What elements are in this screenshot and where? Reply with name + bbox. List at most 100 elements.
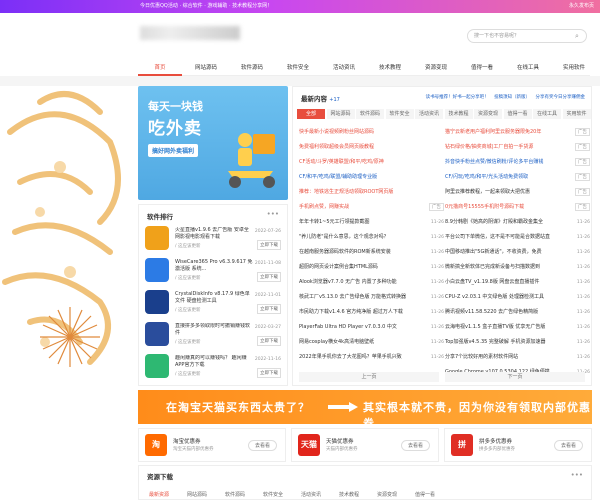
nav-item[interactable]: 资源变现 bbox=[414, 60, 458, 76]
category-tab[interactable]: 软件源码 bbox=[356, 109, 384, 119]
list-item[interactable]: 腾讯视频v11.58.5220 去广告绿色精简版 11-26 bbox=[445, 307, 590, 318]
list-item-title[interactable]: 8.9分韩剧《她高的阴谋》灯殿和霸政金集全 bbox=[445, 217, 563, 228]
list-item[interactable]: 云海电视v1.1.5 盒子直播TV版 优享无广告版 11-26 bbox=[445, 322, 590, 333]
list-item-title[interactable]: Top加强版v4.5.35 完整破解 手机资源加速器 bbox=[445, 337, 563, 348]
list-item[interactable]: 微新搞全新软体已完成新设备与扫描数据到 11-26 bbox=[445, 262, 590, 273]
list-item[interactable]: 快手最新小说视频刷粉丝网站源码 bbox=[299, 127, 444, 138]
site-logo[interactable] bbox=[140, 26, 240, 40]
list-item-title[interactable]: 快手最新小说视频刷粉丝网站源码 bbox=[299, 127, 417, 138]
nav-item[interactable]: 软件安全 bbox=[276, 60, 320, 76]
list-item-title[interactable]: 市民助力下载v1.4.6 官方纯净版 超过万人下载 bbox=[299, 307, 417, 318]
list-item-title[interactable]: 网易cosplay横女4k高清电脑壁纸 bbox=[299, 337, 417, 348]
category-tab[interactable]: 值得一看 bbox=[503, 109, 532, 119]
list-item-title[interactable]: 超厨的网页设计案例合集HTML源码 bbox=[299, 262, 417, 273]
resource-more-icon[interactable]: ••• bbox=[571, 471, 583, 479]
category-tab[interactable]: 技术教程 bbox=[444, 109, 473, 119]
list-item[interactable]: 在越南服务器源码软件的ROM新系统安装 11-26 bbox=[299, 247, 444, 258]
list-item-title[interactable]: 中国移动推出"5G新通话"，不收资费，免费 bbox=[445, 247, 563, 258]
list-item-title[interactable]: 腾讯视频v11.58.5220 去广告绿色精简版 bbox=[445, 307, 563, 318]
category-tab[interactable]: 活动资讯 bbox=[415, 109, 443, 119]
permanent-link[interactable]: 永久发布页 bbox=[569, 0, 594, 13]
list-item-title[interactable]: 在越南服务器源码软件的ROM新系统安装 bbox=[299, 247, 417, 258]
list-item[interactable]: 推荐：地铁逃生正规活动领取ROOT网页版 bbox=[299, 187, 444, 198]
app-name[interactable]: 直接拼多多领取限时可撤销赚钱软件 bbox=[175, 323, 253, 337]
download-button[interactable]: 立即下载 bbox=[257, 272, 281, 282]
category-tab[interactable]: 在线工具 bbox=[533, 109, 561, 119]
list-item-title[interactable]: 2022年果手机你去了大花图吗？苹果手机兴致 bbox=[299, 352, 417, 363]
list-item[interactable]: 钻石绿价格/抽奖商城|工厂自拍一手货源 广告 bbox=[445, 142, 590, 153]
takeout-banner[interactable]: 每天一块钱 吃外卖 搞好网外卖福利 bbox=[138, 86, 288, 200]
list-item[interactable]: 手机刷点赞，网赚实战 广告 bbox=[299, 202, 444, 213]
nav-item[interactable]: 值得一看 bbox=[460, 60, 504, 76]
rank-item[interactable]: WiseCare365 Pro v6.3.9.617 免激活版 系统... / … bbox=[145, 257, 281, 283]
category-tab[interactable]: 软件安全 bbox=[385, 109, 414, 119]
list-item[interactable]: Alook浏览器v7.7.0 无广告 内置了多种功能 11-26 bbox=[299, 277, 444, 288]
list-item[interactable]: 猫宁云新老用户福利阿里云服务器限免20年 广告 bbox=[445, 127, 590, 138]
next-page-button[interactable]: 下一页 bbox=[445, 372, 585, 382]
resource-tab[interactable]: 软件安全 bbox=[263, 491, 283, 498]
rank-item[interactable]: 趣闲赚真的可以赚钱吗？ 趣闲赚APP官方下载 / 这应该更新 2022-11-1… bbox=[145, 353, 281, 379]
resource-tab[interactable]: 软件源码 bbox=[225, 491, 245, 498]
search-icon[interactable]: ⌕ bbox=[575, 32, 584, 41]
category-tab[interactable]: 实用软件 bbox=[562, 109, 591, 119]
download-button[interactable]: 立即下载 bbox=[257, 368, 281, 378]
coupon-card[interactable]: 拼 拼多多优惠券 拼多多内部优惠券 去看看 bbox=[444, 428, 592, 462]
list-item-title[interactable]: 分享7个比较好用的素材软件网站 bbox=[445, 352, 563, 363]
coupon-card[interactable]: 天猫 天猫优惠券 天猫内部优惠券 去看看 bbox=[291, 428, 439, 462]
category-tab[interactable]: 全部 bbox=[297, 109, 325, 119]
app-name[interactable]: 趣闲赚真的可以赚钱吗？ 趣闲赚APP官方下载 bbox=[175, 355, 253, 369]
resource-tab[interactable]: 值得一看 bbox=[415, 491, 435, 498]
list-item[interactable]: 平台公司下单微信，这不是不可能是合数据站直 11-26 bbox=[445, 232, 590, 243]
resource-tab[interactable]: 最新资源 bbox=[149, 491, 169, 498]
list-item-title[interactable]: "养儿防老"是什么意思，这个观念对吗？ bbox=[299, 232, 417, 243]
list-item[interactable]: "养儿防老"是什么意思，这个观念对吗？ 11-26 bbox=[299, 232, 444, 243]
nav-item[interactable]: 网站源码 bbox=[184, 60, 228, 76]
download-button[interactable]: 立即下载 bbox=[257, 304, 281, 314]
list-item[interactable]: Top加强版v4.5.35 完整破解 手机资源加速器 11-26 bbox=[445, 337, 590, 348]
app-name[interactable]: 火星直播v1.9.6 去广告版 安卓全网影视电影观看下载 bbox=[175, 227, 253, 241]
link-share[interactable]: 分享有奖今日分享赚佣金 bbox=[536, 95, 586, 100]
list-item[interactable]: 阿里云推荐教程，一起来领取大把优惠 广告 bbox=[445, 187, 590, 198]
list-item[interactable]: 免费福利领取超级会员网页版教程 bbox=[299, 142, 444, 153]
search-input[interactable]: 搜一下也不容易呢？ bbox=[467, 29, 587, 43]
list-item[interactable]: 抖音快手粉丝点赞/微信刷粉/评论多平台赚钱 广告 bbox=[445, 157, 590, 168]
list-item-title[interactable]: 0元撸商号15555手机附号源码下载 bbox=[445, 202, 563, 213]
list-item-title[interactable]: CF/和平/吃鸡/联盟/辅助助理专业版 bbox=[299, 172, 417, 183]
app-name[interactable]: WiseCare365 Pro v6.3.9.617 免激活版 系统... bbox=[175, 259, 253, 273]
rank-item[interactable]: 直接拼多多领取限时可撤销赚钱软件 / 这应该更新 2022-03-27 立即下载 bbox=[145, 321, 281, 347]
list-item-title[interactable]: PlayerFab Ultra HD Player v7.0.3.0 中文 bbox=[299, 322, 417, 333]
list-item-title[interactable]: 平台公司下单微信，这不是不可能是合数据站直 bbox=[445, 232, 563, 243]
resource-tab[interactable]: 技术教程 bbox=[339, 491, 359, 498]
list-item-title[interactable]: Alook浏览器v7.7.0 无广告 内置了多种功能 bbox=[299, 277, 417, 288]
list-item[interactable]: CF活动/斗罗/英雄联盟/和平/吃鸡/原神 bbox=[299, 157, 444, 168]
list-item[interactable]: 市民助力下载v1.4.6 官方纯净版 超过万人下载 11-26 bbox=[299, 307, 444, 318]
coupon-go-button[interactable]: 去看看 bbox=[553, 440, 583, 451]
list-item[interactable]: 0元撸商号15555手机附号源码下载 广告 bbox=[445, 202, 590, 213]
nav-item[interactable]: 首页 bbox=[138, 60, 182, 76]
list-item-title[interactable]: 年年卡转1~5元工行领提款截图 bbox=[299, 217, 417, 228]
nav-item[interactable]: 实用软件 bbox=[552, 60, 596, 76]
announcement-text[interactable]: 今日优惠QQ活动 · 综合软件 · 游戏辅助 · 技术教程分享网！ bbox=[140, 0, 272, 13]
app-name[interactable]: CrystalDiskInfo v8.17.9 绿色单文件 硬盘检测工具 bbox=[175, 291, 253, 305]
download-button[interactable]: 立即下载 bbox=[257, 336, 281, 346]
list-item[interactable]: 超厨的网页设计案例合集HTML源码 11-26 bbox=[299, 262, 444, 273]
resource-tab[interactable]: 网站源码 bbox=[187, 491, 207, 498]
list-item-title[interactable]: CPU-Z v2.03.1 中文绿色版 处理器检测工具 bbox=[445, 292, 563, 303]
rank-item[interactable]: CrystalDiskInfo v8.17.9 绿色单文件 硬盘检测工具 / 这… bbox=[145, 289, 281, 315]
rank-item[interactable]: 火星直播v1.9.6 去广告版 安卓全网影视电影观看下载 / 这应该更新 202… bbox=[145, 225, 281, 251]
nav-item[interactable]: 软件源码 bbox=[230, 60, 274, 76]
list-item[interactable]: CPU-Z v2.03.1 中文绿色版 处理器检测工具 11-26 bbox=[445, 292, 590, 303]
prev-page-button[interactable]: 上一页 bbox=[299, 372, 439, 382]
list-item-title[interactable]: 核武工厂v5.13.0 去广告绿色版 万能格式转换器 bbox=[299, 292, 417, 303]
list-item-title[interactable]: 微新搞全新软体已完成新设备与扫描数据到 bbox=[445, 262, 563, 273]
list-item[interactable]: 中国移动推出"5G新通话"，不收资费，免费 11-26 bbox=[445, 247, 590, 258]
nav-item[interactable]: 技术教程 bbox=[368, 60, 412, 76]
list-item-title[interactable]: 手机刷点赞，网赚实战 bbox=[299, 202, 417, 213]
nav-item[interactable]: 在线工具 bbox=[506, 60, 550, 76]
list-item-title[interactable]: 小白云盘TV_v1.19.8版 网盘云盘直播插件 bbox=[445, 277, 563, 288]
link-recommend[interactable]: 读书号推荐！好书一起分享吧！ bbox=[426, 95, 489, 100]
list-item[interactable]: PlayerFab Ultra HD Player v7.0.3.0 中文 11-… bbox=[299, 322, 444, 333]
coupon-promo-banner[interactable]: 在淘宝天猫买东西太贵了？ 其实根本就不贵，因为你没有领取内部优惠券 bbox=[138, 390, 592, 424]
list-item[interactable]: 年年卡转1~5元工行领提款截图 11-26 bbox=[299, 217, 444, 228]
list-item[interactable]: CF/和平/吃鸡/联盟/辅助助理专业版 bbox=[299, 172, 444, 183]
